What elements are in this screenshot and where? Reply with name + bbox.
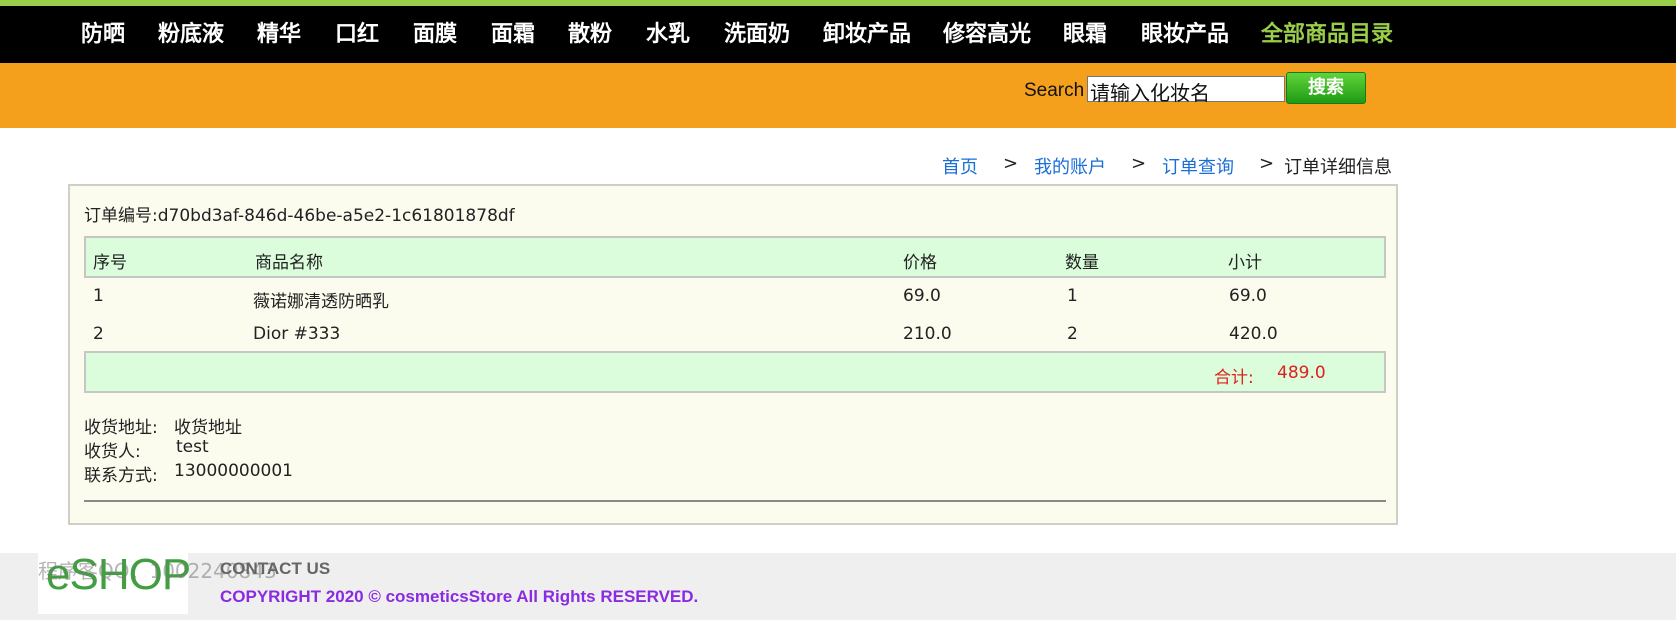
breadcrumb-separator: > bbox=[1003, 153, 1019, 174]
order-total-label: 合计: bbox=[1214, 368, 1254, 388]
column-header-price: 价格 bbox=[903, 253, 937, 273]
row-product-name: 薇诺娜清透防晒乳 bbox=[253, 292, 389, 312]
column-header-subtotal: 小计 bbox=[1228, 253, 1262, 273]
contact-phone-value: 13000000001 bbox=[174, 461, 293, 481]
row-price: 210.0 bbox=[903, 324, 952, 344]
shipping-address-label: 收货地址: bbox=[84, 418, 158, 438]
search-bar: Search 请输入化妆名 搜索 bbox=[0, 63, 1676, 128]
nav-item-foundation[interactable]: 粉底液 bbox=[158, 6, 224, 63]
receiver-value: test bbox=[176, 437, 209, 457]
shipping-address: 收货地址: 收货地址 bbox=[84, 413, 242, 438]
breadcrumb-account-link[interactable]: 我的账户 bbox=[1034, 153, 1106, 179]
breadcrumb-home-link[interactable]: 首页 bbox=[942, 153, 978, 179]
breadcrumb-current: 订单详细信息 bbox=[1284, 157, 1392, 178]
receiver: 收货人: test bbox=[84, 437, 209, 462]
nav-item-essence[interactable]: 精华 bbox=[257, 6, 301, 63]
row-subtotal: 69.0 bbox=[1229, 286, 1267, 306]
order-number: 订单编号:d70bd3af-846d-46be-a5e2-1c61801878d… bbox=[84, 201, 515, 226]
contact-phone-label: 联系方式: bbox=[84, 466, 158, 486]
receiver-label: 收货人: bbox=[84, 442, 141, 462]
nav-item-makeup-remover[interactable]: 卸妆产品 bbox=[823, 6, 911, 63]
nav-item-eye-makeup[interactable]: 眼妆产品 bbox=[1141, 6, 1229, 63]
divider bbox=[84, 500, 1386, 502]
column-header-quantity: 数量 bbox=[1065, 253, 1099, 273]
breadcrumb-separator: > bbox=[1259, 153, 1275, 174]
nav-item-cleanser[interactable]: 洗面奶 bbox=[724, 6, 790, 63]
order-number-value: d70bd3af-846d-46be-a5e2-1c61801878df bbox=[157, 206, 515, 226]
order-total-row bbox=[84, 351, 1386, 393]
row-quantity: 2 bbox=[1067, 324, 1078, 344]
search-input[interactable]: 请输入化妆名 bbox=[1087, 76, 1285, 105]
order-total-value: 489.0 bbox=[1277, 363, 1326, 383]
contact-us-heading[interactable]: CONTACT US bbox=[220, 559, 330, 579]
search-label: Search bbox=[1024, 80, 1085, 101]
nav-item-sunscreen[interactable]: 防晒 bbox=[81, 6, 125, 63]
nav-item-eye-cream[interactable]: 眼霜 bbox=[1063, 6, 1107, 63]
row-subtotal: 420.0 bbox=[1229, 324, 1278, 344]
row-product-name: Dior #333 bbox=[253, 324, 341, 344]
nav-item-lotion[interactable]: 水乳 bbox=[646, 6, 690, 63]
nav-item-lipstick[interactable]: 口红 bbox=[335, 6, 379, 63]
breadcrumb-separator: > bbox=[1131, 153, 1147, 174]
nav-item-all-products[interactable]: 全部商品目录 bbox=[1261, 6, 1393, 63]
column-header-product-name: 商品名称 bbox=[255, 253, 323, 273]
nav-item-face-cream[interactable]: 面霜 bbox=[491, 6, 535, 63]
copyright-text: COPYRIGHT 2020 © cosmeticsStore All Righ… bbox=[220, 587, 699, 606]
shipping-address-value: 收货地址 bbox=[174, 418, 242, 438]
column-header-index: 序号 bbox=[93, 253, 127, 273]
row-index: 2 bbox=[93, 324, 104, 344]
order-number-label: 订单编号: bbox=[84, 206, 158, 226]
nav-item-mask[interactable]: 面膜 bbox=[413, 6, 457, 63]
search-button[interactable]: 搜索 bbox=[1286, 72, 1366, 104]
category-nav-bar: 防晒 粉底液 精华 口红 面膜 面霜 散粉 水乳 洗面奶 卸妆产品 修容高光 眼… bbox=[0, 6, 1676, 63]
nav-item-contour-highlight[interactable]: 修容高光 bbox=[943, 6, 1031, 63]
row-quantity: 1 bbox=[1067, 286, 1078, 306]
row-index: 1 bbox=[93, 286, 104, 306]
breadcrumb-orders-link[interactable]: 订单查询 bbox=[1162, 153, 1234, 179]
contact-phone: 联系方式: 13000000001 bbox=[84, 461, 293, 486]
nav-item-loose-powder[interactable]: 散粉 bbox=[568, 6, 612, 63]
row-price: 69.0 bbox=[903, 286, 941, 306]
